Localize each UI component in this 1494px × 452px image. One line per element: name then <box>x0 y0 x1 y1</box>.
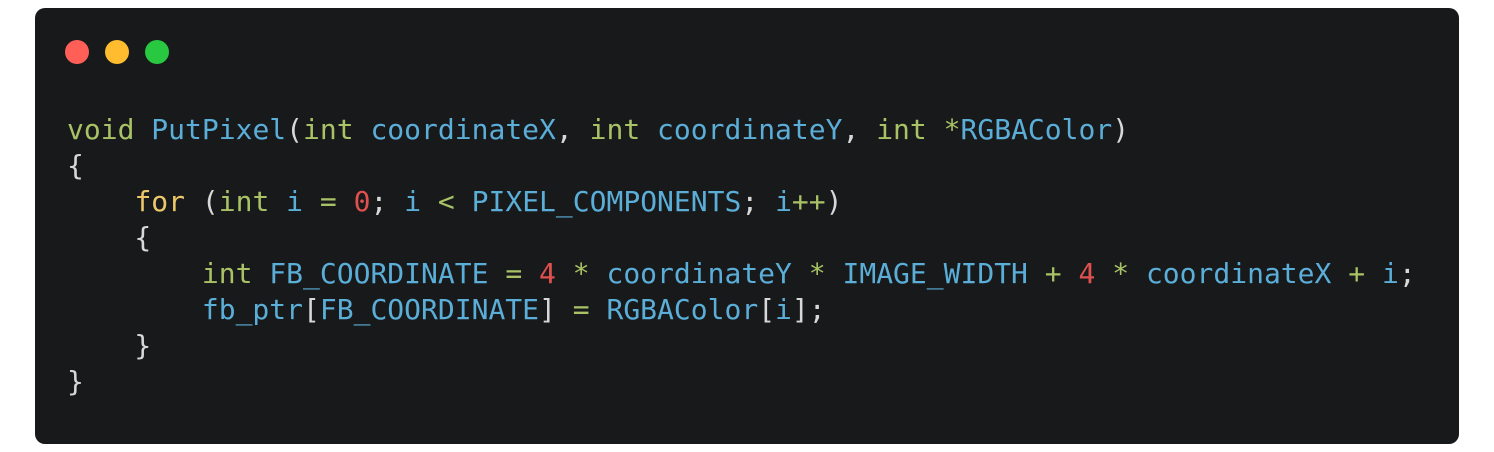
code-token: ) <box>1112 113 1130 146</box>
code-line: { <box>67 148 1416 184</box>
code-token: } <box>67 365 84 398</box>
minimize-dot-icon[interactable] <box>105 40 129 64</box>
code-token: FB_COORDINATE <box>269 257 489 290</box>
code-token: 0 <box>353 185 371 218</box>
code-token: = <box>572 293 590 326</box>
code-token: fb_ptr <box>201 293 304 326</box>
code-token: i <box>775 293 792 326</box>
code-token: FB_COORDINATE <box>319 293 540 326</box>
code-token: void <box>67 113 135 146</box>
code-token: * <box>1112 257 1130 290</box>
code-token: [ <box>303 293 320 326</box>
code-token: [ <box>758 293 776 326</box>
code-token: int <box>218 185 270 218</box>
code-token: ; <box>1398 257 1416 290</box>
code-token: coordinateY <box>606 257 792 290</box>
code-token: coordinateY <box>657 113 843 146</box>
code-token: 4 <box>1078 257 1096 290</box>
code-line: void PutPixel(int coordinateX, int coord… <box>67 112 1416 148</box>
code-line: int FB_COORDINATE = 4 * coordinateY * IM… <box>67 256 1416 292</box>
code-line: } <box>67 364 1416 400</box>
code-token: < <box>437 185 455 218</box>
code-token: ( <box>185 185 219 218</box>
close-dot-icon[interactable] <box>65 40 89 64</box>
code-token: i <box>404 185 422 218</box>
code-token: * <box>943 113 961 146</box>
code-token: ; <box>741 185 776 218</box>
code-token: int <box>876 113 927 146</box>
code-token: { <box>67 221 152 254</box>
code-token: , <box>555 113 590 146</box>
code-token: { <box>67 149 84 182</box>
code-token: i <box>775 185 792 218</box>
code-token: * <box>572 257 590 290</box>
code-token: RGBAColor <box>606 293 759 326</box>
code-block: void PutPixel(int coordinateX, int coord… <box>67 112 1416 400</box>
code-line: { <box>67 220 1416 256</box>
code-token: int <box>589 113 641 146</box>
code-token: 4 <box>539 257 556 290</box>
code-token: } <box>67 329 152 362</box>
code-token: + <box>1044 257 1062 290</box>
code-token: coordinateX <box>370 113 556 146</box>
maximize-dot-icon[interactable] <box>145 40 169 64</box>
code-window: void PutPixel(int coordinateX, int coord… <box>35 8 1459 444</box>
code-token: RGBAColor <box>960 113 1113 146</box>
code-token: * <box>808 257 826 290</box>
code-token: int <box>201 257 253 290</box>
code-token: PIXEL_COMPONENTS <box>471 185 742 218</box>
code-token: ]; <box>791 293 826 326</box>
code-token: i <box>286 185 304 218</box>
code-line: for (int i = 0; i < PIXEL_COMPONENTS; i+… <box>67 184 1416 220</box>
code-token: PutPixel <box>151 113 287 146</box>
code-token: , <box>842 113 877 146</box>
code-token: ; <box>370 185 405 218</box>
code-token: i <box>1381 257 1399 290</box>
code-token: coordinateX <box>1145 257 1332 290</box>
code-line: fb_ptr[FB_COORDINATE] = RGBAColor[i]; <box>67 292 1416 328</box>
code-token: int <box>303 113 354 146</box>
code-token: + <box>1348 257 1366 290</box>
code-token: ] <box>539 293 573 326</box>
code-token: ( <box>286 113 304 146</box>
code-token: IMAGE_WIDTH <box>842 257 1028 290</box>
code-token: for <box>134 185 186 218</box>
code-line: } <box>67 328 1416 364</box>
code-token: ++ <box>791 185 826 218</box>
code-token: ) <box>825 185 843 218</box>
code-token: = <box>505 257 523 290</box>
code-token: = <box>319 185 337 218</box>
